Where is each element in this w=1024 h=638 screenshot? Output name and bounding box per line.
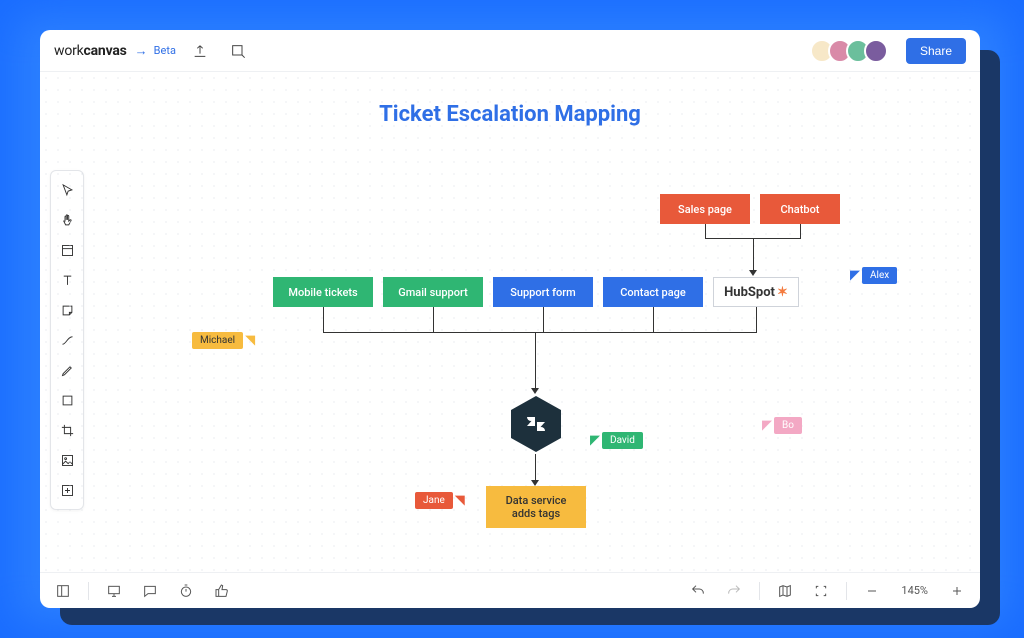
node-data-service-tags[interactable]: Data service adds tags	[486, 486, 586, 528]
canvas[interactable]: Ticket Escalation Mapping Sales page Cha…	[40, 72, 980, 572]
connector	[543, 307, 544, 332]
zoom-level[interactable]: 145%	[897, 584, 932, 597]
connector	[323, 332, 757, 333]
timer-icon[interactable]	[175, 580, 197, 602]
cursor-david: ◤ David	[590, 432, 643, 449]
connector	[756, 307, 757, 332]
connector	[535, 454, 536, 482]
node-mobile-tickets[interactable]: Mobile tickets	[273, 277, 373, 307]
selection-tool-icon[interactable]	[224, 37, 252, 65]
fit-icon[interactable]	[810, 580, 832, 602]
upload-icon[interactable]	[186, 37, 214, 65]
breadcrumb-arrow: →	[135, 43, 148, 59]
divider	[88, 582, 89, 600]
connector	[705, 224, 706, 238]
present-icon[interactable]	[103, 580, 125, 602]
collaborator-avatars[interactable]	[816, 39, 888, 63]
connector	[433, 307, 434, 332]
divider	[846, 582, 847, 600]
node-sales-page[interactable]: Sales page	[660, 194, 750, 224]
node-contact-page[interactable]: Contact page	[603, 277, 703, 307]
panels-icon[interactable]	[52, 580, 74, 602]
hubspot-logo-icon: ✶	[777, 285, 788, 300]
cursor-alex: ◤ Alex	[850, 267, 897, 284]
app-header: workcanvas → Beta Share	[40, 30, 980, 72]
divider	[759, 582, 760, 600]
share-button[interactable]: Share	[906, 38, 966, 64]
cursor-michael: Michael ◥	[192, 332, 255, 349]
node-gmail-support[interactable]: Gmail support	[383, 277, 483, 307]
zendesk-logo-icon	[524, 412, 548, 436]
node-support-form[interactable]: Support form	[493, 277, 593, 307]
arrow-icon	[749, 270, 757, 276]
map-icon[interactable]	[774, 580, 796, 602]
redo-icon[interactable]	[723, 580, 745, 602]
node-chatbot[interactable]: Chatbot	[760, 194, 840, 224]
undo-icon[interactable]	[687, 580, 709, 602]
bottom-bar: 145%	[40, 572, 980, 608]
brand-logo: workcanvas	[54, 43, 127, 59]
connector	[653, 307, 654, 332]
connector	[323, 307, 324, 332]
connector	[800, 224, 801, 238]
cursor-jane: Jane ◥	[415, 492, 465, 509]
node-zendesk[interactable]	[508, 392, 564, 456]
hubspot-logo-text: HubSpot	[724, 285, 775, 300]
comment-icon[interactable]	[139, 580, 161, 602]
zoom-in-icon[interactable]	[946, 580, 968, 602]
cursor-bo: ◤ Bo	[762, 417, 802, 434]
connector	[535, 332, 536, 390]
zoom-out-icon[interactable]	[861, 580, 883, 602]
avatar[interactable]	[864, 39, 888, 63]
diagram-title: Ticket Escalation Mapping	[40, 102, 980, 127]
connector	[753, 238, 754, 272]
beta-label: Beta	[154, 44, 176, 57]
thumbs-up-icon[interactable]	[211, 580, 233, 602]
node-hubspot[interactable]: HubSpot ✶	[713, 277, 799, 307]
